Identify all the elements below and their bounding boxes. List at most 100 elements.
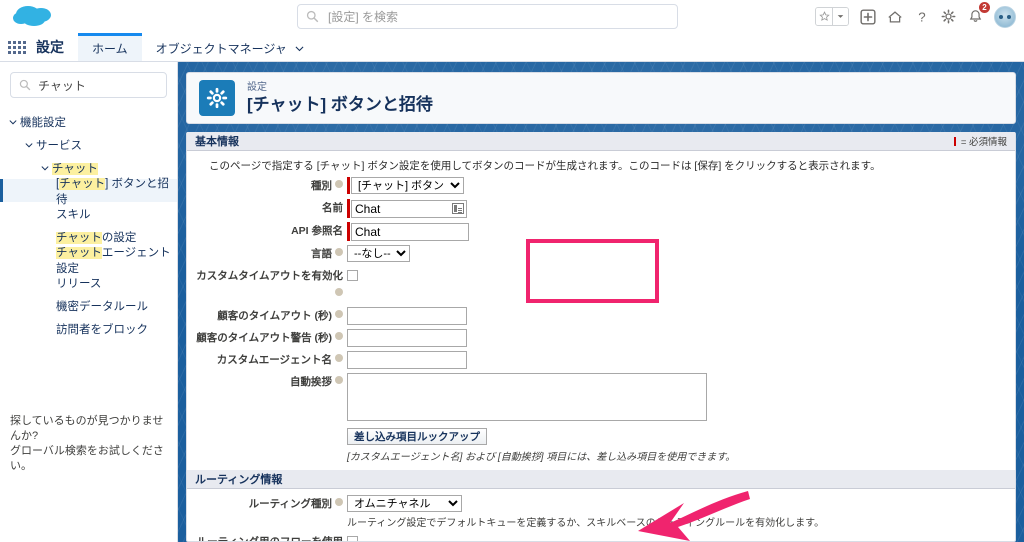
label-custom-agent-name: カスタムエージェント名 (187, 351, 347, 369)
control-customer-timeout (347, 307, 467, 325)
merge-field-lookup-button[interactable]: 差し込み項目ルックアップ (347, 428, 487, 445)
sidebar-item-label: 機密データルール (56, 300, 148, 313)
sidebar-item-6[interactable]: チャットエージェント設定 (0, 246, 177, 275)
language-select[interactable]: --なし-- (347, 245, 410, 262)
info-icon[interactable] (335, 332, 343, 340)
picklist-icon[interactable] (452, 202, 464, 214)
label-api-name: API 参照名 (187, 222, 347, 240)
field-row-routing-type: ルーティング種別 オムニチャネル ルーティング設定でデフォルトキューを定義するか… (187, 495, 1015, 529)
setup-gear-icon[interactable] (940, 8, 957, 25)
name-input[interactable] (351, 199, 467, 218)
label-auto-greeting: 自動挨拶 (187, 373, 347, 391)
label-customer-timeout-warning: 顧客のタイムアウト警告 (秒) (187, 329, 347, 347)
sidebar-item-label: チャットの設定 (56, 231, 137, 244)
sidebar-item-label: 機能設定 (20, 116, 66, 129)
required-marker (347, 177, 350, 194)
sidebar-footer: 探しているものが見つかりませんか? グローバル検索をお試しください。 (10, 414, 170, 474)
chevron-down-icon[interactable] (38, 164, 52, 172)
global-search-input[interactable]: [設定] を検索 (297, 4, 678, 29)
label-use-flow-text: ルーティング用のフローを使用 (推奨) (196, 536, 343, 542)
user-avatar[interactable] (994, 5, 1016, 28)
field-row-custom-agent-name: カスタムエージェント名 (187, 351, 1015, 369)
control-name (347, 199, 467, 218)
notifications-bell-icon[interactable]: 2 (967, 2, 990, 25)
info-icon[interactable] (335, 310, 343, 318)
required-legend-label: = 必須情報 (960, 137, 1007, 148)
label-custom-timeout: カスタムタイムアウトを有効化 (187, 267, 347, 303)
field-row-use-flow: ルーティング用のフローを使用 (推奨) (187, 533, 1015, 542)
sidebar-item-9[interactable]: 訪問者をブロック (0, 317, 177, 340)
favorites-group[interactable] (815, 7, 849, 26)
api-name-input[interactable] (351, 222, 469, 241)
sidebar-item-1[interactable]: サービス (0, 133, 177, 156)
info-icon[interactable] (335, 180, 343, 188)
label-custom-timeout-text: カスタムタイムアウトを有効化 (196, 270, 343, 282)
label-custom-agent-name-text: カスタムエージェント名 (216, 354, 332, 366)
salesforce-cloud-logo[interactable] (10, 2, 58, 30)
chevron-down-icon[interactable] (6, 118, 20, 126)
favorites-star-icon[interactable] (816, 8, 832, 25)
sidebar-item-label: 訪問者をブロック (56, 323, 148, 336)
field-row-api-name: API 参照名 (187, 222, 1015, 241)
custom-timeout-checkbox[interactable] (347, 270, 358, 281)
required-bar-icon (953, 136, 956, 146)
home-icon[interactable] (886, 8, 903, 25)
control-api-name (347, 222, 469, 241)
sidebar-search-input[interactable]: チャット (10, 72, 167, 98)
setup-tree: 機能設定 サービス チャット [チャット] ボタンと招待 スキル チャットの設定 チャットエ… (0, 110, 177, 340)
tab-object-manager-label: オブジェクトマネージャ (155, 42, 287, 56)
control-use-flow (347, 533, 358, 541)
sidebar-item-0[interactable]: 機能設定 (0, 110, 177, 133)
tab-home[interactable]: ホーム (78, 33, 142, 61)
chevron-down-icon[interactable] (22, 141, 36, 149)
custom-agent-name-input[interactable] (347, 351, 467, 369)
routing-type-hint: ルーティング設定でデフォルトキューを定義するか、スキルベースのルーティングルール… (347, 518, 825, 529)
control-language: --なし-- (347, 245, 410, 262)
required-marker (347, 222, 350, 241)
control-customer-timeout-warning (347, 329, 467, 347)
customer-timeout-input[interactable] (347, 307, 467, 325)
sidebar-item-label: スキル (56, 208, 91, 221)
page-body: チャット 機能設定 サービス チャット [チャット] ボタンと招待 スキル チャットの設定… (0, 62, 1024, 542)
favorites-caret-icon[interactable] (832, 8, 848, 25)
label-name: 名前 (187, 199, 347, 217)
setup-sidebar: チャット 機能設定 サービス チャット [チャット] ボタンと招待 スキル チャットの設定… (0, 62, 178, 542)
section-header-routing: ルーティング情報 (187, 470, 1015, 489)
type-select[interactable]: [チャット] ボタン (351, 177, 464, 194)
control-custom-timeout (347, 267, 358, 281)
label-api-name-text: API 参照名 (291, 225, 343, 237)
label-customer-timeout-text: 顧客のタイムアウト (秒) (217, 310, 332, 322)
main-content: 設定 [チャット] ボタンと招待 基本情報 = 必須情報 このページで指定する … (178, 62, 1024, 542)
auto-greeting-textarea[interactable] (347, 373, 707, 421)
sidebar-item-8[interactable]: 機密データルール (0, 294, 177, 317)
label-name-text: 名前 (322, 202, 343, 214)
add-icon[interactable] (859, 8, 876, 25)
label-type: 種別 (187, 177, 347, 195)
customer-timeout-warning-input[interactable] (347, 329, 467, 347)
info-icon[interactable] (335, 248, 343, 256)
section-header-basic: 基本情報 = 必須情報 (187, 132, 1015, 151)
sidebar-item-3[interactable]: [チャット] ボタンと招待 (0, 177, 177, 206)
control-custom-agent-name (347, 351, 467, 369)
page-title: [チャット] ボタンと招待 (247, 94, 433, 114)
app-launcher-icon[interactable] (0, 33, 34, 61)
svg-text:?: ? (918, 9, 925, 24)
help-icon[interactable]: ? (913, 8, 930, 25)
info-icon[interactable] (335, 498, 343, 506)
use-flow-checkbox[interactable] (347, 536, 358, 541)
chevron-down-icon (295, 46, 304, 52)
field-row-language: 言語 --なし-- (187, 245, 1015, 263)
info-icon[interactable] (335, 354, 343, 362)
info-icon[interactable] (335, 288, 343, 296)
info-icon[interactable] (335, 376, 343, 384)
search-icon (306, 10, 319, 23)
field-row-type: 種別 [チャット] ボタン (187, 177, 1015, 195)
sidebar-footer-line1: 探しているものが見つかりませんか? (10, 415, 164, 442)
sidebar-item-label: チャットエージェント設定 (56, 246, 171, 275)
routing-type-select[interactable]: オムニチャネル (347, 495, 462, 512)
tab-object-manager[interactable]: オブジェクトマネージャ (142, 33, 318, 61)
label-routing-type-text: ルーティング種別 (248, 498, 332, 510)
section-title-basic: 基本情報 (195, 136, 239, 148)
label-type-text: 種別 (311, 180, 332, 192)
label-routing-type: ルーティング種別 (187, 495, 347, 513)
